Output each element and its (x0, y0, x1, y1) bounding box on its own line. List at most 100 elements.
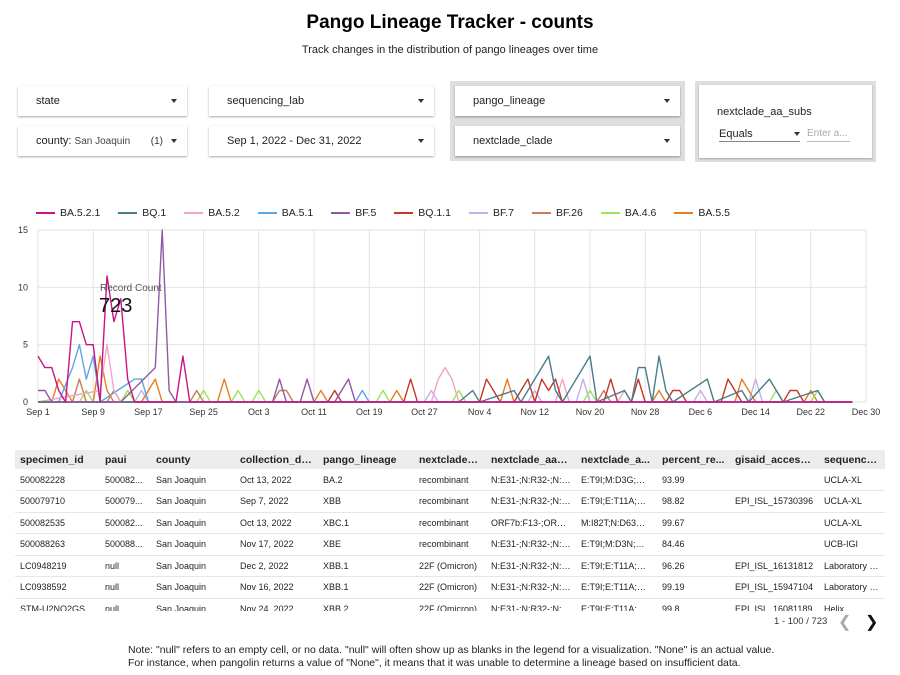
sequencing-lab-filter[interactable]: sequencing_lab (209, 86, 434, 116)
state-filter[interactable]: state (18, 86, 187, 116)
footnote-line-2: For instance, when pangolin returns a va… (128, 656, 741, 669)
chevron-down-icon (171, 99, 177, 103)
table-cell: 500082... (100, 469, 151, 491)
legend-item[interactable]: BA.5.2 (184, 207, 240, 219)
table-cell: 500082228 (15, 469, 100, 491)
aa-subs-input[interactable] (807, 126, 850, 142)
column-header[interactable]: percent_re... (657, 450, 730, 469)
legend-item[interactable]: BF.7 (468, 207, 514, 219)
legend-swatch (331, 212, 351, 214)
legend-swatch (257, 212, 277, 214)
county-filter[interactable]: county: San Joaquin (1) (18, 126, 187, 156)
column-header[interactable]: sequencin... (819, 450, 885, 469)
table-cell: M:I82T;N:D63G,... (576, 512, 657, 534)
legend-label: BF.7 (492, 207, 514, 219)
county-filter-value: San Joaquin (74, 136, 131, 147)
x-tick-label: Sep 25 (189, 407, 218, 417)
table-cell: recombinant (414, 469, 486, 491)
legend-item[interactable]: BF.26 (532, 207, 583, 219)
legend-label: BQ.1 (142, 207, 167, 219)
table-cell: Oct 13, 2022 (235, 512, 318, 534)
chart-legend: BA.5.2.1 BQ.1 BA.5.2 BA.5.1 BF.5 BQ.1.1 BF.7 BF… (36, 207, 748, 219)
table-cell: UCLA-XL (819, 490, 885, 513)
date-range-filter[interactable]: Sep 1, 2022 - Dec 31, 2022 (209, 126, 434, 156)
record-count-value: 723 (99, 295, 132, 317)
legend-label: BF.5 (355, 207, 377, 219)
table-cell: 500079710 (15, 490, 100, 513)
column-header[interactable]: paui (100, 450, 151, 469)
chevron-down-icon (418, 139, 424, 143)
table-row[interactable]: 500082535 500082... San Joaquin Oct 13, 202… (15, 512, 885, 534)
table-cell: San Joaquin (151, 533, 235, 556)
table-cell: San Joaquin (151, 555, 235, 577)
x-tick-label: Dec 22 (797, 407, 826, 417)
series-line-BQ-1-1 (38, 378, 853, 403)
table-cell: EPI_ISL_15730396 (730, 490, 819, 513)
table-cell: Nov 24, 2022 (235, 598, 318, 611)
table-cell: 500082... (100, 512, 151, 534)
table-cell: N:E31-;N:R32-;N:S... (486, 555, 576, 577)
table-cell: EPI_ISL_15947104 (730, 576, 819, 599)
column-header[interactable]: collection_da... (235, 450, 318, 469)
x-tick-label: Nov 4 (468, 407, 492, 417)
x-tick-label: Nov 12 (521, 407, 550, 417)
pango-lineage-filter[interactable]: pango_lineage (455, 86, 680, 116)
legend-item[interactable]: BA.4.6 (600, 207, 656, 219)
legend-item[interactable]: BA.5.1 (257, 207, 313, 219)
table-row[interactable]: 500082228 500082... San Joaquin Oct 13, 202… (15, 469, 885, 491)
legend-item[interactable]: BQ.1 (118, 207, 166, 219)
table-cell: EPI_ISL_16131812 (730, 555, 819, 577)
table-cell: San Joaquin (151, 576, 235, 599)
x-tick-label: Sep 17 (134, 407, 163, 417)
aa-subs-filter: nextclade_aa_subs Equals (699, 85, 872, 158)
legend-item[interactable]: BA.5.2.1 (36, 207, 100, 219)
pango-lineage-filter-label: pango_lineage (473, 95, 546, 107)
table-cell: E:T9I;E:T11A;M:... (576, 490, 657, 513)
nextclade-clade-filter[interactable]: nextclade_clade (455, 126, 680, 156)
table-row[interactable]: STM-U2NO2GS null San Joaquin Nov 24, 2022 XB… (15, 598, 885, 611)
chevron-left-icon[interactable]: ❮ (838, 612, 851, 632)
table-cell: N:E31-;N:R32-;N:S... (486, 490, 576, 513)
aa-subs-operator-value: Equals (719, 127, 753, 140)
x-tick-label: Dec 14 (741, 407, 770, 417)
page-title: Pango Lineage Tracker - counts (306, 12, 594, 33)
legend-swatch (600, 212, 620, 214)
legend-swatch (118, 212, 138, 214)
legend-swatch (674, 212, 694, 214)
records-table: specimen_id paui county collection_da... pan… (15, 450, 885, 611)
plot-area (37, 229, 867, 403)
table-cell: E:T9I;M:D3G;M:... (576, 469, 657, 491)
lineage-count-chart: 15 10 5 0Sep 1 Sep 9 Sep 17 Sep 25 Oct 3 Oct 11 O… (18, 225, 880, 417)
footnote-line-1: Note: "null" refers to an empty cell, or… (128, 644, 775, 656)
column-header[interactable]: nextclade_a... (576, 450, 657, 469)
legend-item[interactable]: BF.5 (331, 207, 376, 219)
table-row[interactable]: 500088263 500088... San Joaquin Nov 17, 202… (15, 533, 885, 556)
aa-subs-operator-select[interactable]: Equals (719, 126, 800, 142)
table-row[interactable]: LC0938592 null San Joaquin Nov 16, 2022 XBB.… (15, 576, 885, 599)
column-header[interactable]: pango_lineage (318, 450, 414, 469)
table-header-row: specimen_id paui county collection_da... pan… (15, 450, 885, 469)
column-header[interactable]: county (151, 450, 235, 469)
column-header[interactable]: nextclade_aa_... (486, 450, 576, 469)
chevron-right-icon[interactable]: ❯ (865, 612, 878, 632)
legend-item[interactable]: BA.5.5 (674, 207, 730, 219)
sequencing-lab-filter-label: sequencing_lab (227, 95, 305, 107)
pagination-label: 1 - 100 / 723 (774, 616, 828, 627)
aa-subs-label: nextclade_aa_subs (717, 106, 812, 118)
column-header[interactable]: nextclade_... (414, 450, 486, 469)
column-header[interactable]: gisaid_accessi... (730, 450, 819, 469)
table-cell: Nov 17, 2022 (235, 533, 318, 556)
table-cell: ORF7b:F13-;ORF8... (486, 512, 576, 534)
chevron-down-icon (418, 99, 424, 103)
table-row[interactable]: LC0948219 null San Joaquin Dec 2, 2022 XBB.1… (15, 555, 885, 577)
legend-swatch (532, 212, 551, 214)
column-header[interactable]: specimen_id (15, 450, 100, 469)
table-row[interactable]: 500079710 500079... San Joaquin Sep 7, 2022… (15, 490, 885, 513)
table-cell: San Joaquin (151, 598, 235, 611)
county-filter-key: county: (36, 135, 72, 147)
legend-item[interactable]: BQ.1.1 (394, 207, 451, 219)
legend-swatch (184, 212, 204, 214)
y-tick-label: 0 (23, 397, 28, 407)
chevron-down-icon (171, 139, 177, 143)
table-cell: Nov 16, 2022 (235, 576, 318, 599)
